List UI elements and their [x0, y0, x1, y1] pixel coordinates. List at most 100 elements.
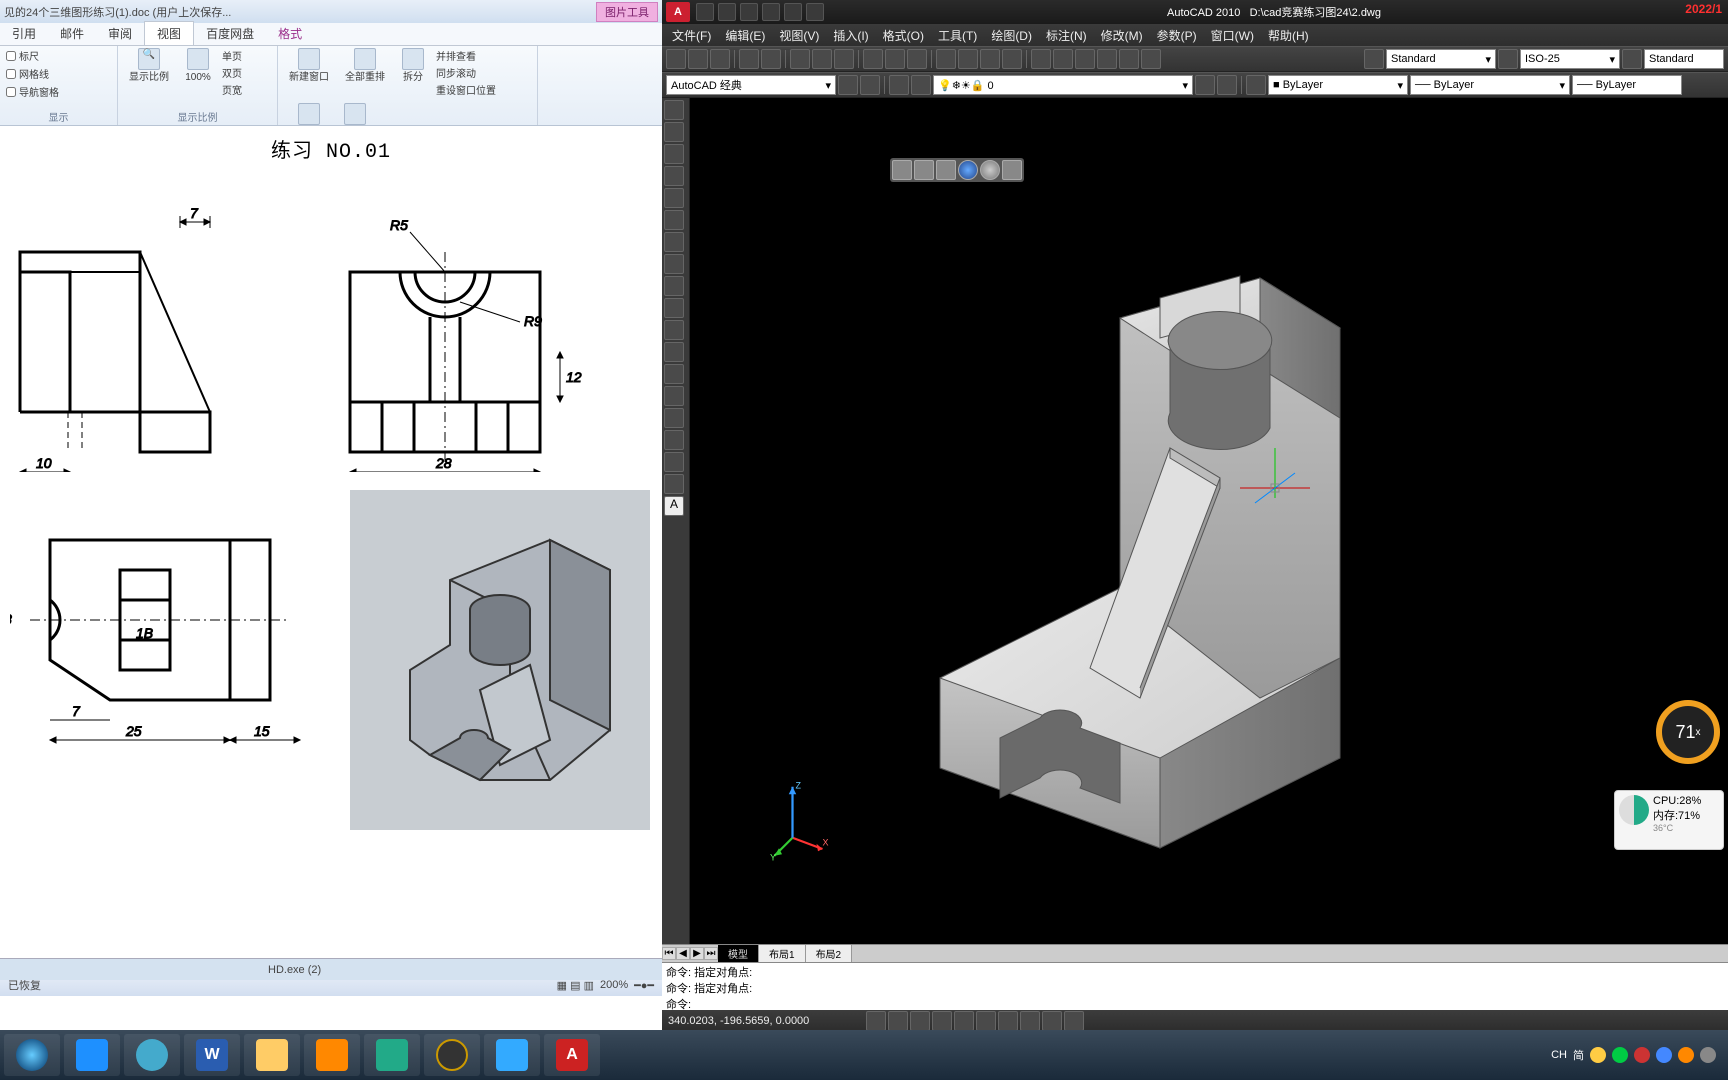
- osnap-toggle[interactable]: [954, 1011, 974, 1031]
- table-icon[interactable]: [664, 474, 684, 494]
- designcenter-icon[interactable]: [1053, 49, 1073, 69]
- undo-icon[interactable]: [885, 49, 905, 69]
- circle-icon[interactable]: [664, 232, 684, 252]
- pan-icon[interactable]: [936, 49, 956, 69]
- menu-help[interactable]: 帮助(H): [1268, 27, 1309, 44]
- tab-mail[interactable]: 邮件: [48, 22, 96, 45]
- color-select[interactable]: ■ ByLayer▾: [1268, 75, 1408, 95]
- menu-modify[interactable]: 修改(M): [1101, 27, 1143, 44]
- rectangle-icon[interactable]: [664, 188, 684, 208]
- zoom-slider[interactable]: ━●━: [634, 979, 654, 992]
- reset-pos-button[interactable]: 重设窗口位置: [436, 82, 496, 97]
- sync-scroll-button[interactable]: 同步滚动: [436, 65, 496, 80]
- arrange-all-button[interactable]: 全部重排: [340, 48, 390, 84]
- vs-3dwireframe-icon[interactable]: [914, 160, 934, 180]
- ime-indicator[interactable]: 简: [1573, 1047, 1584, 1063]
- side-by-side-button[interactable]: 并排查看: [436, 48, 496, 63]
- tab-model[interactable]: 模型: [718, 945, 759, 962]
- polygon-icon[interactable]: [664, 166, 684, 186]
- task-app1[interactable]: [64, 1034, 120, 1076]
- cut-icon[interactable]: [790, 49, 810, 69]
- tray-icon-5[interactable]: [1678, 1047, 1694, 1063]
- dyn-toggle[interactable]: [1020, 1011, 1040, 1031]
- qat-print-icon[interactable]: [806, 3, 824, 21]
- zoom-realtime-icon[interactable]: [958, 49, 978, 69]
- zoom-button[interactable]: 🔍显示比例: [124, 48, 174, 84]
- task-app4[interactable]: [424, 1034, 480, 1076]
- lineweight-select[interactable]: ── ByLayer: [1572, 75, 1682, 95]
- tab-next-icon[interactable]: ▶: [690, 947, 704, 960]
- task-app3[interactable]: [364, 1034, 420, 1076]
- paste-icon[interactable]: [834, 49, 854, 69]
- page-width-button[interactable]: 页宽: [222, 82, 242, 97]
- task-explorer[interactable]: [244, 1034, 300, 1076]
- markup-icon[interactable]: [1119, 49, 1139, 69]
- tab-layout2[interactable]: 布局2: [806, 945, 853, 962]
- menu-tools[interactable]: 工具(T): [938, 27, 977, 44]
- ducs-toggle[interactable]: [998, 1011, 1018, 1031]
- new-icon[interactable]: [666, 49, 686, 69]
- layer-states-icon[interactable]: [911, 75, 931, 95]
- task-app2[interactable]: [304, 1034, 360, 1076]
- task-browser[interactable]: [124, 1034, 180, 1076]
- line-icon[interactable]: [664, 100, 684, 120]
- otrack-toggle[interactable]: [976, 1011, 996, 1031]
- save-icon[interactable]: [710, 49, 730, 69]
- qat-save-icon[interactable]: [740, 3, 758, 21]
- tab-layout1[interactable]: 布局1: [759, 945, 806, 962]
- vs-manage-icon[interactable]: [1002, 160, 1022, 180]
- ruler-checkbox[interactable]: 标尺: [6, 48, 39, 63]
- workspace-settings-icon[interactable]: [838, 75, 858, 95]
- textstyle-select[interactable]: Standard▾: [1386, 49, 1496, 69]
- menu-view[interactable]: 视图(V): [779, 27, 819, 44]
- zoom-100-button[interactable]: 100%: [180, 48, 216, 84]
- linetype-select[interactable]: ── ByLayer▾: [1410, 75, 1570, 95]
- open-icon[interactable]: [688, 49, 708, 69]
- menu-insert[interactable]: 插入(I): [833, 27, 868, 44]
- qat-new-icon[interactable]: [696, 3, 714, 21]
- preview-icon[interactable]: [761, 49, 781, 69]
- textstyle-icon[interactable]: [1364, 49, 1384, 69]
- pline-icon[interactable]: [664, 144, 684, 164]
- mtext-icon[interactable]: A: [664, 496, 684, 516]
- navpane-checkbox[interactable]: 导航窗格: [6, 84, 59, 99]
- picture-tools-tab[interactable]: 图片工具: [596, 2, 658, 22]
- one-page-button[interactable]: 单页: [222, 48, 242, 63]
- split-button[interactable]: 拆分: [396, 48, 430, 84]
- arc-icon[interactable]: [664, 210, 684, 230]
- zoom-prev-icon[interactable]: [1002, 49, 1022, 69]
- tab-references[interactable]: 引用: [0, 22, 48, 45]
- menu-edit[interactable]: 编辑(E): [725, 27, 765, 44]
- menu-format[interactable]: 格式(O): [883, 27, 924, 44]
- start-button[interactable]: [4, 1034, 60, 1076]
- qp-toggle[interactable]: [1064, 1011, 1084, 1031]
- spline-icon[interactable]: [664, 276, 684, 296]
- quickcalc-icon[interactable]: [1141, 49, 1161, 69]
- menu-window[interactable]: 窗口(W): [1211, 27, 1254, 44]
- plot-icon[interactable]: [739, 49, 759, 69]
- tray-icon-4[interactable]: [1656, 1047, 1672, 1063]
- gridlines-checkbox[interactable]: 网格线: [6, 66, 49, 81]
- lwt-toggle[interactable]: [1042, 1011, 1062, 1031]
- layer-select[interactable]: 💡❄☀🔒 0▾: [933, 75, 1193, 95]
- ellipse-icon[interactable]: [664, 298, 684, 318]
- region-icon[interactable]: [664, 452, 684, 472]
- menu-file[interactable]: 文件(F): [672, 27, 711, 44]
- zoom-level[interactable]: 200%: [600, 979, 628, 991]
- tab-review[interactable]: 审阅: [96, 22, 144, 45]
- tab-format[interactable]: 格式: [266, 22, 314, 45]
- qat-redo-icon[interactable]: [784, 3, 802, 21]
- vs-conceptual-icon[interactable]: [980, 160, 1000, 180]
- snap-toggle[interactable]: [866, 1011, 886, 1031]
- point-icon[interactable]: [664, 386, 684, 406]
- lang-indicator[interactable]: CH: [1551, 1049, 1567, 1061]
- toolbar-icon[interactable]: [860, 75, 880, 95]
- tab-prev-icon[interactable]: ◀: [676, 947, 690, 960]
- layer-prev-icon[interactable]: [1195, 75, 1215, 95]
- vs-2dwireframe-icon[interactable]: [892, 160, 912, 180]
- menu-dimension[interactable]: 标注(N): [1046, 27, 1087, 44]
- insert-icon[interactable]: [664, 342, 684, 362]
- autocad-logo-icon[interactable]: A: [666, 2, 690, 22]
- file-item[interactable]: HD.exe (2): [268, 964, 321, 976]
- task-autocad[interactable]: A: [544, 1034, 600, 1076]
